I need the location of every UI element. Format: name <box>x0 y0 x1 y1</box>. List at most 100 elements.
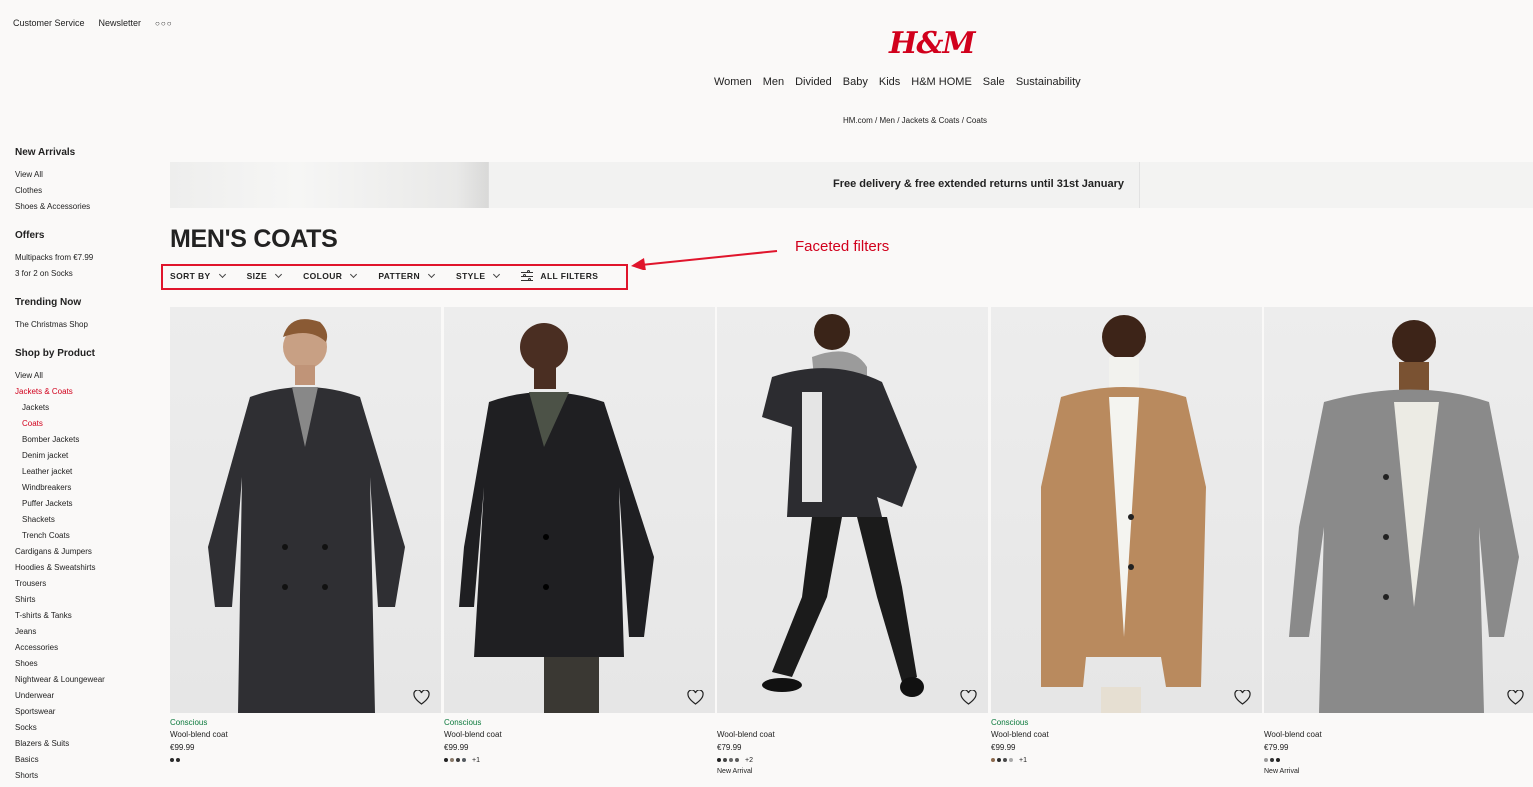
heart-icon[interactable] <box>687 690 704 705</box>
sidebar-item-clothes[interactable]: Clothes <box>15 183 155 199</box>
nav-women[interactable]: Women <box>714 76 752 88</box>
more-colors-count[interactable]: +2 <box>745 757 753 764</box>
color-swatch[interactable] <box>735 758 739 762</box>
product-name[interactable]: Wool-blend coat <box>1264 729 1533 741</box>
sidebar-item[interactable]: Nightwear & Loungewear <box>15 672 155 688</box>
nav-hm-home[interactable]: H&M HOME <box>911 76 972 88</box>
product-image[interactable] <box>170 307 441 713</box>
heart-icon[interactable] <box>413 690 430 705</box>
product-card[interactable]: Conscious Wool-blend coat €99.99 +1 <box>444 307 715 766</box>
color-swatch[interactable] <box>456 758 460 762</box>
sidebar-group-title[interactable]: Offers <box>15 230 155 241</box>
sidebar-item[interactable]: Jackets <box>15 400 155 416</box>
sidebar-group-title[interactable]: Trending Now <box>15 297 155 308</box>
filter-sort-by[interactable]: SORT BY <box>170 270 226 281</box>
product-card[interactable]: Conscious Wool-blend coat €99.99 +1 <box>991 307 1262 766</box>
product-card[interactable]: Conscious Wool-blend coat €99.99 <box>170 307 441 766</box>
nav-sale[interactable]: Sale <box>983 76 1005 88</box>
sidebar-item[interactable]: Shackets <box>15 512 155 528</box>
chevron-down-icon <box>275 270 283 278</box>
sidebar-item[interactable]: Bomber Jackets <box>15 432 155 448</box>
sidebar-item-view-all[interactable]: View All <box>15 167 155 183</box>
sidebar-item[interactable]: Basics <box>15 752 155 768</box>
color-swatch[interactable] <box>1264 758 1268 762</box>
sidebar-item-shoes-accessories[interactable]: Shoes & Accessories <box>15 199 155 215</box>
nav-divided[interactable]: Divided <box>795 76 832 88</box>
filter-colour[interactable]: COLOUR <box>303 270 358 281</box>
filter-style[interactable]: STYLE <box>456 270 501 281</box>
color-swatch[interactable] <box>1003 758 1007 762</box>
promo-banner[interactable]: Free delivery & free extended returns un… <box>170 162 1533 208</box>
nav-kids[interactable]: Kids <box>879 76 900 88</box>
product-image[interactable] <box>444 307 715 713</box>
sidebar-item[interactable]: Trench Coats <box>15 528 155 544</box>
heart-icon[interactable] <box>1507 690 1524 705</box>
sidebar-item[interactable]: Cardigans & Jumpers <box>15 544 155 560</box>
product-name[interactable]: Wool-blend coat <box>170 729 441 741</box>
filter-label: STYLE <box>456 271 486 281</box>
newsletter-link[interactable]: Newsletter <box>99 18 142 28</box>
color-swatch[interactable] <box>450 758 454 762</box>
sidebar-group-title[interactable]: New Arrivals <box>15 147 155 158</box>
filter-size[interactable]: SIZE <box>247 270 283 281</box>
sidebar-item[interactable]: Sportswear <box>15 704 155 720</box>
color-swatch[interactable] <box>991 758 995 762</box>
sidebar-item[interactable]: Windbreakers <box>15 480 155 496</box>
sidebar-item[interactable]: Leather jacket <box>15 464 155 480</box>
sidebar-item-3-for-2[interactable]: 3 for 2 on Socks <box>15 266 155 282</box>
sidebar-item[interactable]: Shorts <box>15 768 155 784</box>
product-name[interactable]: Wool-blend coat <box>444 729 715 741</box>
color-swatch[interactable] <box>729 758 733 762</box>
sidebar-item[interactable]: Puffer Jackets <box>15 496 155 512</box>
color-swatch[interactable] <box>176 758 180 762</box>
sidebar-item-jackets-coats[interactable]: Jackets & Coats <box>15 384 155 400</box>
sidebar-item[interactable]: View All <box>15 368 155 384</box>
color-swatch[interactable] <box>1270 758 1274 762</box>
product-image[interactable] <box>717 307 988 713</box>
more-colors-count[interactable]: +1 <box>472 757 480 764</box>
filter-pattern[interactable]: PATTERN <box>378 270 436 281</box>
sidebar-item-multipacks[interactable]: Multipacks from €7.99 <box>15 250 155 266</box>
breadcrumb[interactable]: HM.com / Men / Jackets & Coats / Coats <box>843 116 987 125</box>
product-image[interactable] <box>1264 307 1533 713</box>
sidebar-item[interactable]: Underwear <box>15 688 155 704</box>
nav-sustainability[interactable]: Sustainability <box>1016 76 1081 88</box>
product-card[interactable]: Wool-blend coat €79.99 New Arrival <box>1264 307 1533 778</box>
color-swatch[interactable] <box>444 758 448 762</box>
color-swatch[interactable] <box>462 758 466 762</box>
more-icon[interactable]: ○○○ <box>155 19 173 28</box>
sidebar-item[interactable]: Trousers <box>15 576 155 592</box>
product-name[interactable]: Wool-blend coat <box>717 729 988 741</box>
sidebar-item-coats[interactable]: Coats <box>15 416 155 432</box>
product-name[interactable]: Wool-blend coat <box>991 729 1262 741</box>
nav-baby[interactable]: Baby <box>843 76 868 88</box>
heart-icon[interactable] <box>960 690 977 705</box>
color-swatch[interactable] <box>1276 758 1280 762</box>
color-swatch[interactable] <box>723 758 727 762</box>
color-swatch[interactable] <box>1009 758 1013 762</box>
sidebar-item[interactable]: Socks <box>15 720 155 736</box>
sidebar-item[interactable]: T-shirts & Tanks <box>15 608 155 624</box>
sidebar-item[interactable]: Shirts <box>15 592 155 608</box>
sidebar-group-title[interactable]: Shop by Product <box>15 348 155 359</box>
sidebar-item[interactable]: Blazers & Suits <box>15 736 155 752</box>
hm-logo[interactable]: H&M <box>889 26 976 61</box>
sidebar-item[interactable]: Jeans <box>15 624 155 640</box>
color-swatch[interactable] <box>717 758 721 762</box>
sidebar-item[interactable]: Denim jacket <box>15 448 155 464</box>
heart-icon[interactable] <box>1234 690 1251 705</box>
chevron-down-icon <box>350 270 358 278</box>
product-card[interactable]: Wool-blend coat €79.99 +2 New Arrival <box>717 307 988 778</box>
nav-men[interactable]: Men <box>763 76 784 88</box>
product-image[interactable] <box>991 307 1262 713</box>
more-colors-count[interactable]: +1 <box>1019 757 1027 764</box>
sidebar-item-christmas-shop[interactable]: The Christmas Shop <box>15 317 155 333</box>
color-swatch[interactable] <box>170 758 174 762</box>
sidebar-item[interactable]: Shoes <box>15 656 155 672</box>
product-meta: Conscious Wool-blend coat €99.99 <box>170 717 441 766</box>
color-swatch[interactable] <box>997 758 1001 762</box>
all-filters-button[interactable]: ALL FILTERS <box>521 270 598 281</box>
sidebar-item[interactable]: Hoodies & Sweatshirts <box>15 560 155 576</box>
customer-service-link[interactable]: Customer Service <box>13 18 85 28</box>
sidebar-item[interactable]: Accessories <box>15 640 155 656</box>
